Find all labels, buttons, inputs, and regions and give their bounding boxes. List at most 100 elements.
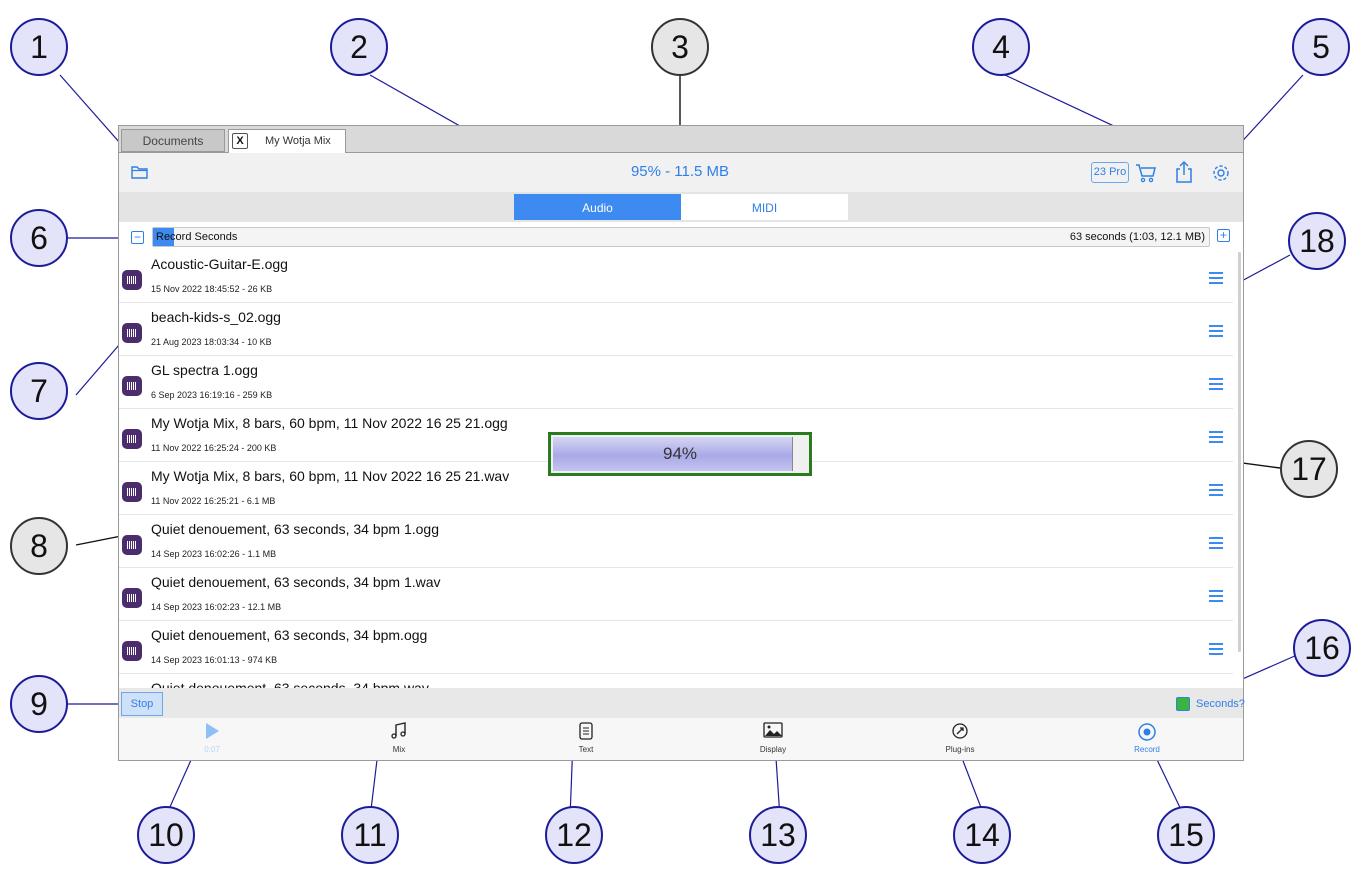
file-meta: 14 Sep 2023 16:02:23 - 12.1 MB [151, 602, 282, 612]
close-tab-button[interactable]: X [232, 133, 248, 149]
tab-plugins[interactable]: Plug-ins [920, 722, 1000, 754]
file-meta: 14 Sep 2023 16:01:13 - 974 KB [151, 655, 278, 665]
file-name: Quiet denouement, 63 seconds, 34 bpm 1.w… [151, 574, 441, 590]
file-name: Acoustic-Guitar-E.ogg [151, 256, 288, 272]
callout-13: 13 [749, 806, 807, 864]
seconds-label: Seconds? [1196, 698, 1245, 710]
file-meta: 6 Sep 2023 16:19:16 - 259 KB [151, 390, 273, 400]
callout-11: 11 [341, 806, 399, 864]
file-menu-icon[interactable] [1209, 378, 1223, 390]
document-icon [546, 722, 626, 742]
callout-7: 7 [10, 362, 68, 420]
record-controls-bar [119, 688, 1243, 718]
bottom-tab-bar [119, 718, 1243, 760]
file-row[interactable]: Acoustic-Guitar-E.ogg 15 Nov 2022 18:45:5… [119, 250, 1233, 303]
pro-badge-button[interactable]: 23 Pro [1091, 162, 1129, 183]
file-meta: 21 Aug 2023 18:03:34 - 10 KB [151, 337, 272, 347]
callout-10: 10 [137, 806, 195, 864]
callout-2: 2 [330, 18, 388, 76]
tab-mix[interactable]: Mix [359, 722, 439, 754]
tab-text-label: Text [578, 745, 594, 754]
file-row[interactable]: Quiet denouement, 63 seconds, 34 bpm 1.o… [119, 515, 1233, 568]
share-icon[interactable] [1175, 160, 1193, 189]
audio-file-icon [122, 482, 142, 502]
audio-file-icon [122, 429, 142, 449]
tab-mix-label: Mix [392, 745, 406, 754]
scrollbar[interactable] [1238, 252, 1241, 652]
file-name: Quiet denouement, 63 seconds, 34 bpm.wav [151, 680, 429, 688]
audio-file-icon [122, 641, 142, 661]
audio-file-icon [122, 376, 142, 396]
segment-midi[interactable]: MIDI [681, 194, 848, 220]
storage-status: 95% - 11.5 MB [630, 163, 730, 180]
callout-9: 9 [10, 675, 68, 733]
file-menu-icon[interactable] [1209, 590, 1223, 602]
image-icon [733, 722, 813, 742]
tab-plugins-label: Plug-ins [945, 745, 975, 754]
file-meta: 11 Nov 2022 16:25:24 - 200 KB [151, 443, 277, 453]
file-row[interactable]: Quiet denouement, 63 seconds, 34 bpm.wav [119, 674, 1233, 688]
seconds-checkbox[interactable] [1176, 697, 1190, 711]
tab-file[interactable]: X My Wotja Mix [228, 129, 346, 153]
file-name: My Wotja Mix, 8 bars, 60 bpm, 11 Nov 202… [151, 468, 510, 484]
plugin-icon [920, 722, 1000, 742]
file-meta: 15 Nov 2022 18:45:52 - 26 KB [151, 284, 273, 294]
tab-play[interactable]: 0:07 [172, 722, 252, 754]
record-seconds-info: 63 seconds (1:03, 12.1 MB) [1069, 231, 1205, 243]
callout-12: 12 [545, 806, 603, 864]
audio-file-icon [122, 270, 142, 290]
callout-3: 3 [651, 18, 709, 76]
callout-6: 6 [10, 209, 68, 267]
file-name: My Wotja Mix, 8 bars, 60 bpm, 11 Nov 202… [151, 415, 508, 431]
increase-seconds-button[interactable]: + [1217, 229, 1230, 242]
play-icon [172, 722, 252, 742]
record-seconds-label: Record Seconds [156, 231, 238, 243]
tab-record-label: Record [1134, 745, 1160, 754]
cart-icon[interactable] [1135, 162, 1157, 189]
audio-file-icon [122, 588, 142, 608]
callout-4: 4 [972, 18, 1030, 76]
audio-file-icon [122, 535, 142, 555]
tab-text[interactable]: Text [546, 722, 626, 754]
callout-15: 15 [1157, 806, 1215, 864]
play-time-label: 0:07 [204, 745, 220, 754]
file-name: beach-kids-s_02.ogg [151, 309, 281, 325]
export-progress-bar: 94% [548, 432, 812, 476]
export-progress-text: 94% [662, 444, 698, 463]
file-menu-icon[interactable] [1209, 643, 1223, 655]
record-icon [1107, 722, 1187, 742]
file-name: Quiet denouement, 63 seconds, 34 bpm.ogg [151, 627, 428, 643]
file-meta: 11 Nov 2022 16:25:21 - 6.1 MB [151, 496, 276, 506]
tab-file-label: My Wotja Mix [265, 135, 331, 147]
music-note-icon [359, 722, 439, 742]
callout-14: 14 [953, 806, 1011, 864]
tab-display[interactable]: Display [733, 722, 813, 754]
file-name: Quiet denouement, 63 seconds, 34 bpm 1.o… [151, 521, 439, 537]
callout-16: 16 [1293, 619, 1351, 677]
decrease-seconds-button[interactable]: − [131, 231, 144, 244]
file-row[interactable]: Quiet denouement, 63 seconds, 34 bpm 1.w… [119, 568, 1233, 621]
file-row[interactable]: beach-kids-s_02.ogg 21 Aug 2023 18:03:34 … [119, 303, 1233, 356]
file-meta: 14 Sep 2023 16:02:26 - 1.1 MB [151, 549, 277, 559]
callout-1: 1 [10, 18, 68, 76]
file-menu-icon[interactable] [1209, 431, 1223, 443]
tab-record[interactable]: Record [1107, 722, 1187, 754]
audio-file-icon [122, 323, 142, 343]
gear-icon[interactable] [1211, 163, 1231, 188]
callout-17: 17 [1280, 440, 1338, 498]
file-menu-icon[interactable] [1209, 325, 1223, 337]
folder-icon[interactable] [131, 165, 148, 184]
file-menu-icon[interactable] [1209, 272, 1223, 284]
callout-8: 8 [10, 517, 68, 575]
stop-button[interactable]: Stop [121, 692, 163, 716]
file-menu-icon[interactable] [1209, 537, 1223, 549]
callout-18: 18 [1288, 212, 1346, 270]
tab-display-label: Display [759, 745, 787, 754]
file-menu-icon[interactable] [1209, 484, 1223, 496]
file-row[interactable]: GL spectra 1.ogg 6 Sep 2023 16:19:16 - 25… [119, 356, 1233, 409]
file-row[interactable]: Quiet denouement, 63 seconds, 34 bpm.ogg… [119, 621, 1233, 674]
segment-audio[interactable]: Audio [514, 194, 681, 220]
tab-documents[interactable]: Documents [121, 129, 225, 152]
file-name: GL spectra 1.ogg [151, 362, 258, 378]
callout-5: 5 [1292, 18, 1350, 76]
